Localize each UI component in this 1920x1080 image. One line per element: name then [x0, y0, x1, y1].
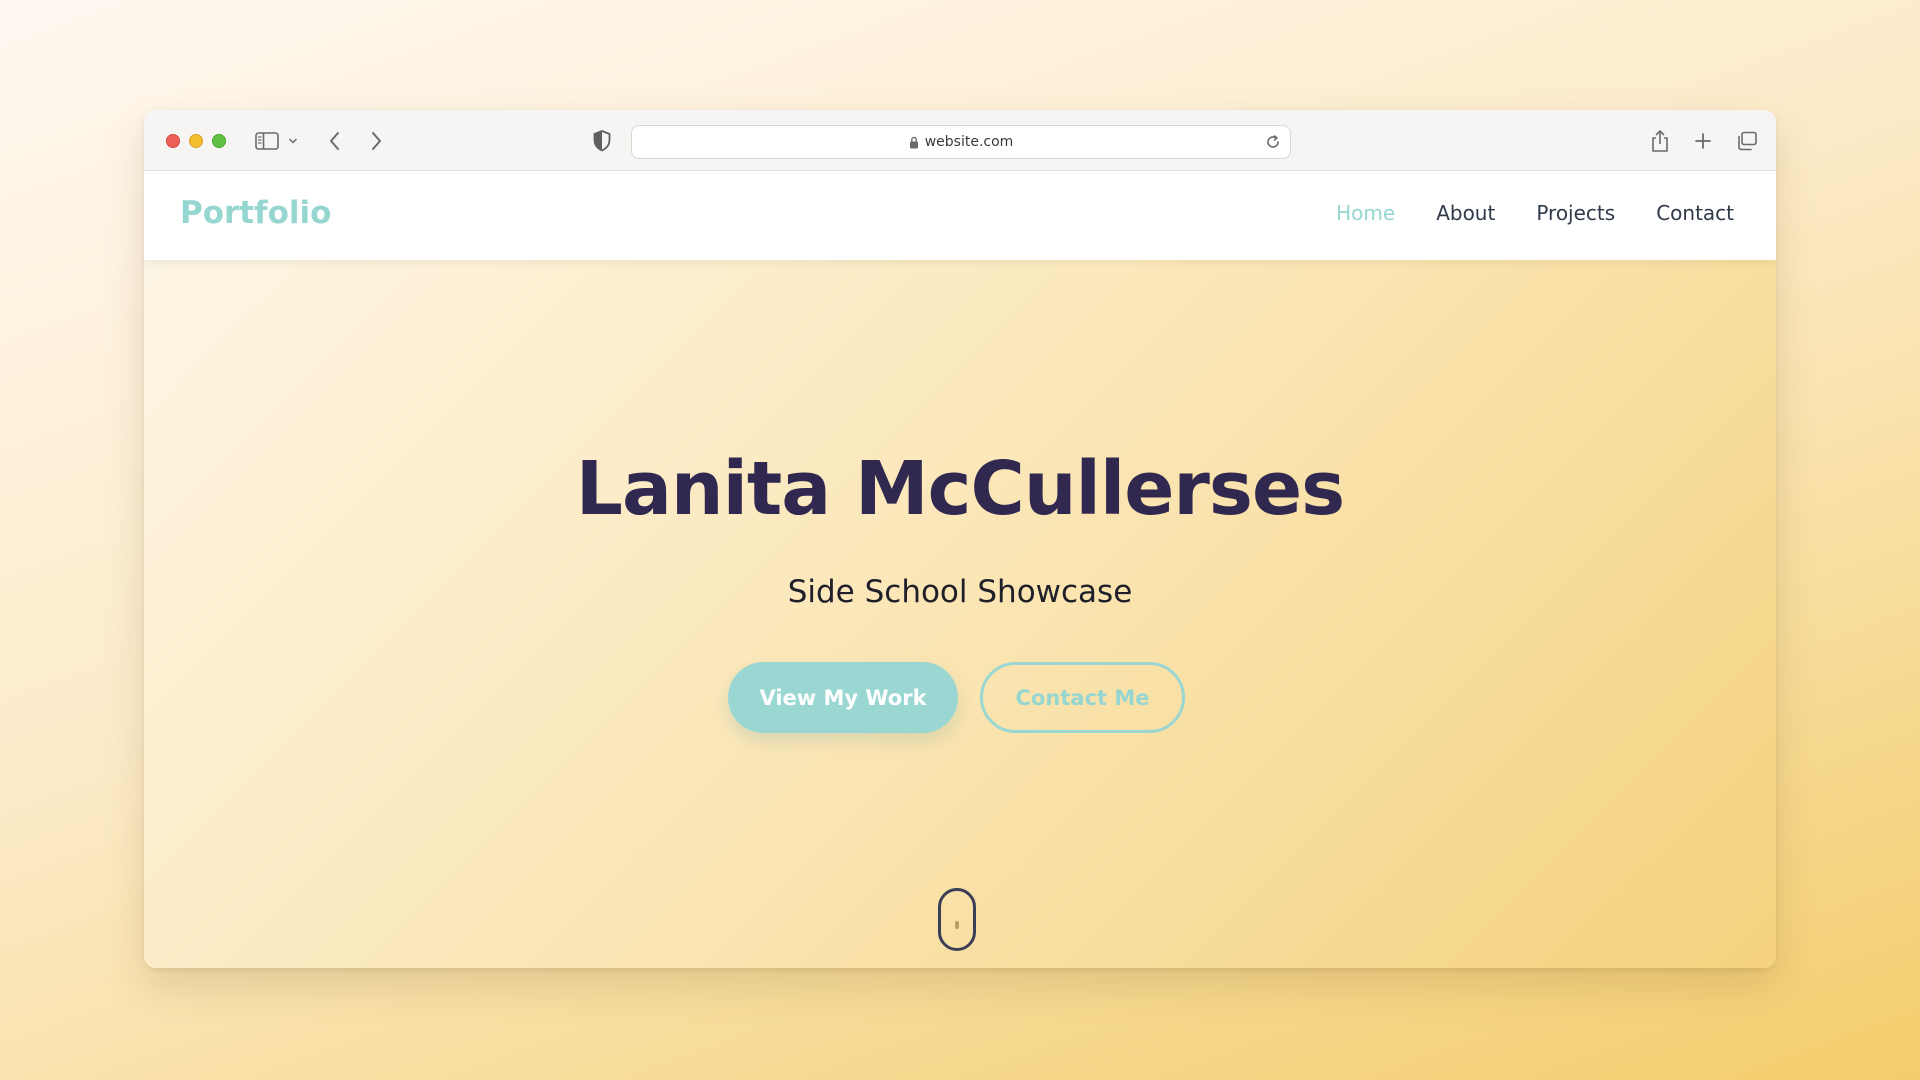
forward-arrow-icon[interactable] [365, 128, 387, 154]
url-bar[interactable]: website.com [631, 125, 1291, 159]
back-arrow-icon[interactable] [324, 128, 346, 154]
sidebar-icon[interactable] [253, 128, 281, 154]
nav-home-link[interactable]: Home [1336, 201, 1395, 225]
share-icon[interactable] [1647, 128, 1673, 154]
mouse-scroll-icon[interactable] [938, 888, 976, 951]
hero-section: Lanita McCullerses Side School Showcase … [144, 260, 1776, 968]
maximize-window-button[interactable] [212, 134, 226, 148]
view-my-work-button[interactable]: View My Work [728, 662, 958, 733]
hero-subtitle: Side School Showcase [787, 574, 1133, 610]
browser-window: website.com Portfolio Home About Project… [144, 110, 1776, 968]
nav-projects-link[interactable]: Projects [1536, 201, 1615, 225]
url-text: website.com [924, 134, 1014, 150]
site-navbar: Portfolio Home About Projects Contact [144, 171, 1776, 260]
scroll-wheel-indicator [955, 921, 959, 929]
reload-icon[interactable] [1264, 133, 1282, 151]
contact-me-button[interactable]: Contact Me [980, 662, 1185, 733]
tabs-icon[interactable] [1733, 128, 1761, 154]
browser-toolbar: website.com [144, 110, 1776, 171]
nav-links: Home About Projects Contact [1336, 201, 1734, 225]
chevron-down-icon[interactable] [286, 128, 300, 154]
shield-icon[interactable] [590, 128, 614, 154]
nav-contact-link[interactable]: Contact [1656, 201, 1734, 225]
hero-title: Lanita McCullerses [575, 446, 1345, 532]
nav-about-link[interactable]: About [1436, 201, 1495, 225]
site-logo[interactable]: Portfolio [180, 195, 331, 231]
plus-icon[interactable] [1690, 128, 1716, 154]
lock-icon [909, 136, 919, 149]
close-window-button[interactable] [166, 134, 180, 148]
minimize-window-button[interactable] [189, 134, 203, 148]
